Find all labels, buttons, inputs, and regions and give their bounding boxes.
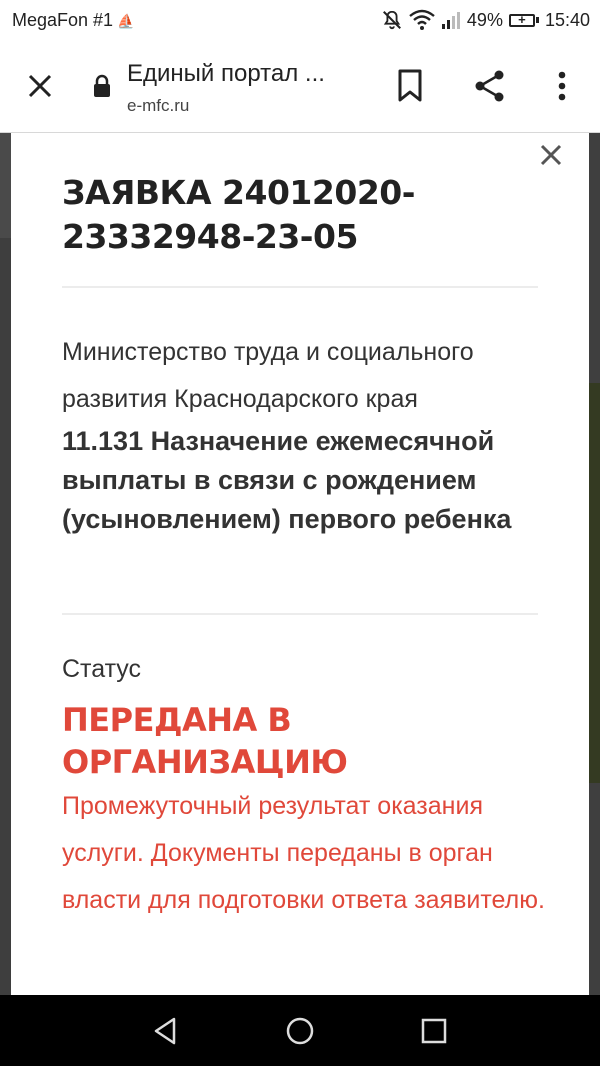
bookmark-icon[interactable]: [394, 68, 426, 104]
page-url[interactable]: e-mfc.ru: [127, 96, 189, 116]
boat-icon: ⛵: [117, 13, 135, 29]
overlay-edge-left-top: [0, 133, 11, 238]
close-icon[interactable]: [537, 141, 565, 169]
page-title[interactable]: Единый портал ...: [127, 60, 325, 88]
service-name: 11.131 Назначение ежемесячной выплаты в …: [62, 426, 512, 534]
browser-toolbar: Единый портал ... e-mfc.ru: [0, 40, 600, 133]
battery-charging-icon: +: [508, 12, 539, 27]
battery-percent: 49%: [466, 10, 503, 30]
status-value: ПЕРЕДАНА В ОРГАНИЗАЦИЮ: [62, 701, 348, 781]
mute-icon: [382, 10, 401, 30]
more-vert-icon[interactable]: [548, 68, 576, 104]
status-label: Статус: [62, 655, 142, 683]
clock: 15:40: [544, 10, 590, 30]
carrier: MegaFon #1 ⛵: [12, 0, 135, 41]
application-title: ЗАЯВКА 24012020-23332948-23-05: [62, 173, 415, 256]
ministry-name: Министерство труда и социального развити…: [62, 338, 474, 413]
divider: [62, 613, 538, 615]
status-bar: MegaFon #1 ⛵ 49% + 15:40: [0, 0, 600, 40]
back-icon[interactable]: [150, 1015, 182, 1047]
share-icon[interactable]: [472, 68, 508, 104]
recents-icon[interactable]: [418, 1015, 450, 1047]
application-modal: ЗАЯВКА 24012020-23332948-23-05 Министерс…: [11, 133, 589, 995]
close-icon[interactable]: [24, 70, 56, 102]
status-description: Промежуточный результат оказания услуги.…: [62, 792, 545, 914]
status-icons: 49% + 15:40: [381, 0, 590, 40]
signal-icon: [441, 12, 460, 29]
lock-icon: [94, 74, 110, 97]
carrier-name: MegaFon #1: [12, 10, 114, 30]
wifi-icon: [409, 9, 435, 30]
navigation-bar: [0, 995, 600, 1066]
overlay-edge-right-green: [589, 383, 600, 783]
home-icon[interactable]: [284, 1015, 316, 1047]
overlay-edge-left: [0, 133, 11, 995]
divider: [62, 286, 538, 288]
